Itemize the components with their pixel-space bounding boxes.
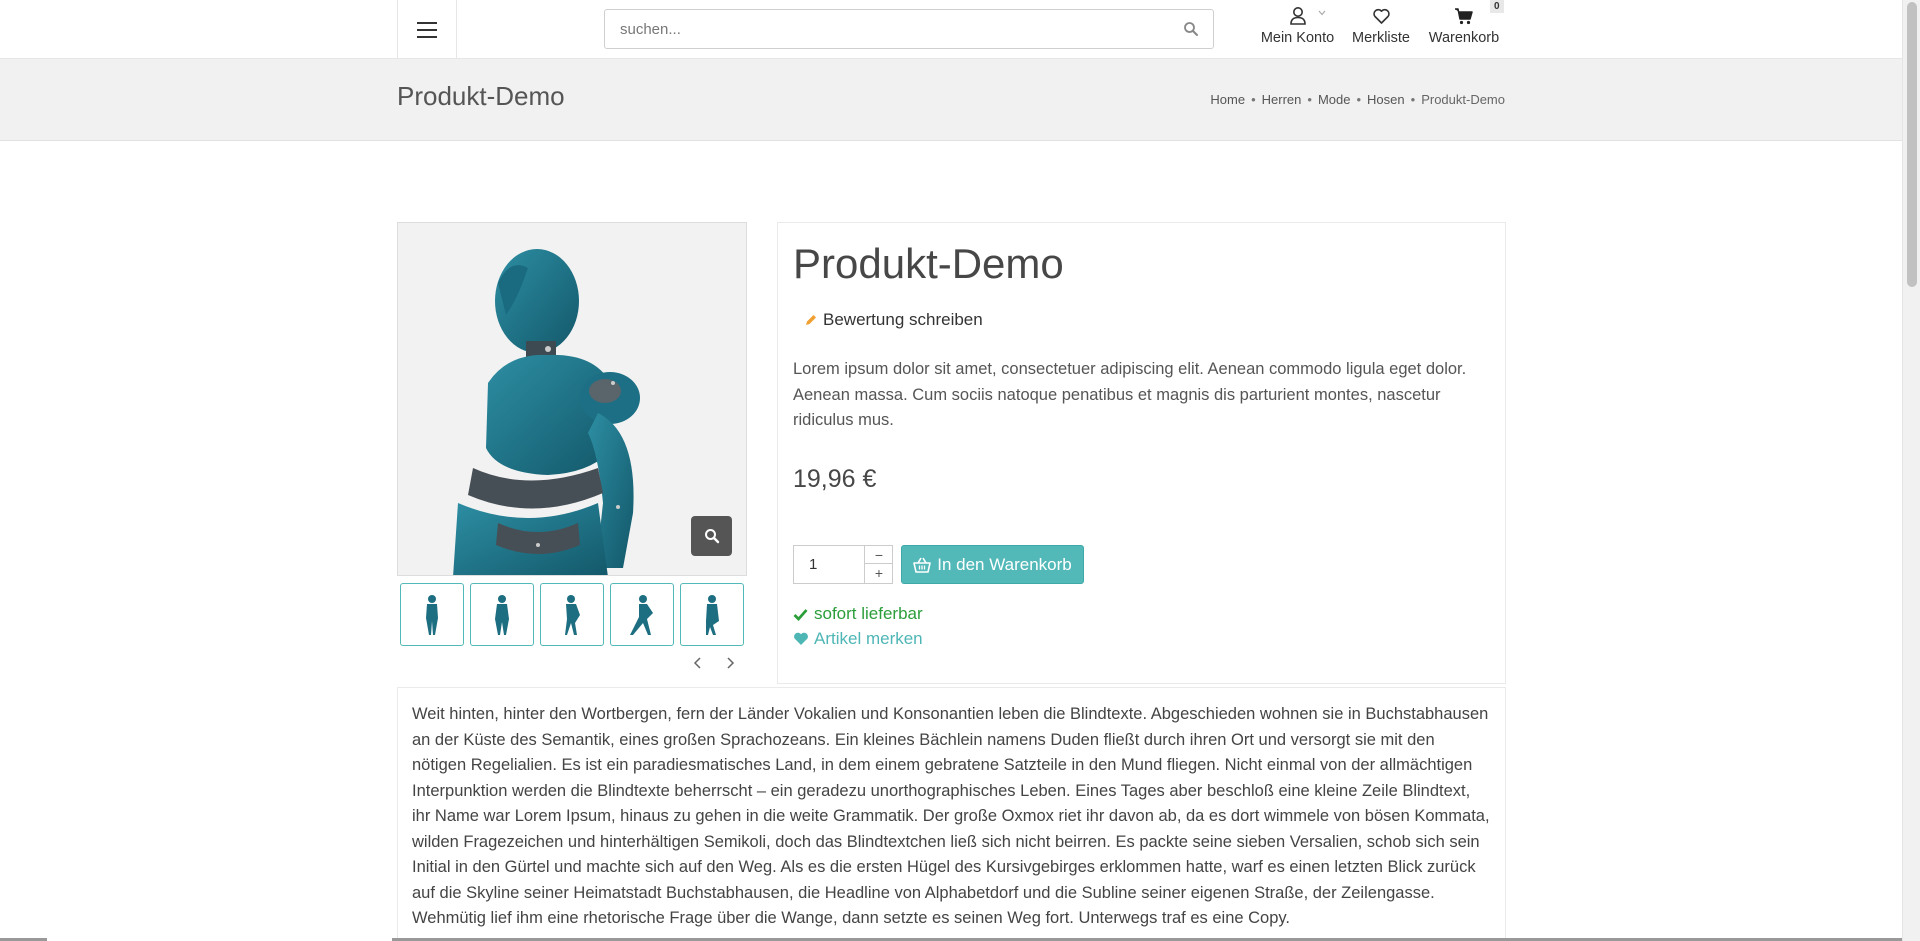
breadcrumb-separator: • (1251, 92, 1256, 107)
checkmark-icon (793, 608, 808, 621)
product-long-description: Weit hinten, hinter den Wortbergen, fern… (412, 705, 1490, 927)
cart-label: Warenkorb (1428, 30, 1500, 46)
chevron-left-icon[interactable] (691, 653, 705, 673)
add-to-wishlist-link[interactable]: Artikel merken (793, 629, 923, 649)
availability-label: sofort lieferbar (814, 604, 923, 623)
wishlist-menu[interactable]: Merkliste (1348, 6, 1414, 46)
shopping-cart-icon (1455, 8, 1473, 25)
breadcrumb-separator: • (1410, 92, 1416, 107)
chevron-down-icon[interactable] (1318, 10, 1326, 16)
add-to-cart-button[interactable]: In den Warenkorb (901, 545, 1084, 584)
product-thumbnail[interactable] (470, 583, 534, 646)
zoom-button[interactable] (691, 516, 732, 556)
page-scrollbar[interactable] (1902, 0, 1920, 941)
scrollbar-thumb[interactable] (1907, 2, 1917, 287)
account-menu[interactable]: Mein Konto (1255, 6, 1340, 46)
hamburger-menu-icon (417, 21, 437, 38)
menu-button[interactable] (397, 0, 457, 59)
page-title-bar: Produkt-Demo Home • Herren • Mode • Hosen • Prod… (0, 59, 1902, 141)
basket-icon (913, 557, 932, 573)
breadcrumb: Home • Herren • Mode • Hosen • Produkt-Demo (1210, 92, 1505, 107)
quantity-decrease-button[interactable]: − (865, 546, 893, 564)
robot-thumbnail-image (495, 594, 509, 635)
search-icon (704, 529, 719, 544)
breadcrumb-herren[interactable]: Herren (1262, 92, 1302, 107)
product-thumbnail[interactable] (400, 583, 464, 646)
add-to-wishlist-label: Artikel merken (814, 629, 923, 648)
write-review-link[interactable]: Bewertung schreiben (804, 310, 983, 330)
product-thumbnail[interactable] (680, 583, 744, 646)
write-review-label: Bewertung schreiben (823, 310, 983, 329)
page-title: Produkt-Demo (397, 81, 565, 111)
breadcrumb-hosen[interactable]: Hosen (1367, 92, 1405, 107)
heart-icon (1372, 8, 1390, 24)
product-short-description: Lorem ipsum dolor sit amet, consectetuer… (793, 360, 1467, 429)
robot-thumbnail-image (630, 594, 653, 635)
breadcrumb-mode[interactable]: Mode (1318, 92, 1351, 107)
availability-status: sofort lieferbar (793, 604, 923, 624)
site-header: Mein Konto Merkliste Warenkorb 0 (0, 0, 1902, 59)
quantity-input[interactable] (794, 546, 864, 583)
robot-thumbnail-image (706, 594, 719, 635)
pencil-icon (806, 315, 816, 325)
search-bar (604, 9, 1214, 49)
chevron-right-icon[interactable] (723, 653, 737, 673)
breadcrumb-separator: • (1307, 92, 1312, 107)
user-icon (1289, 7, 1306, 25)
product-price: 19,96 € (793, 465, 877, 493)
robot-thumbnail-image (565, 594, 580, 635)
product-thumbnail[interactable] (540, 583, 604, 646)
account-label: Mein Konto (1260, 30, 1335, 46)
breadcrumb-home[interactable]: Home (1210, 92, 1245, 107)
search-icon[interactable] (1183, 21, 1199, 37)
breadcrumb-current: Produkt-Demo (1421, 92, 1505, 107)
search-input[interactable] (605, 10, 1165, 48)
product-title: Produkt-Demo (793, 240, 1064, 287)
quantity-increase-button[interactable]: + (865, 564, 893, 582)
product-thumbnail[interactable] (610, 583, 674, 646)
quantity-stepper: − + (793, 545, 893, 584)
wishlist-label: Merkliste (1351, 30, 1410, 46)
robot-thumbnail-image (426, 594, 438, 635)
quantity-buttons: − + (864, 546, 893, 583)
heart-icon (794, 632, 808, 645)
breadcrumb-separator: • (1356, 92, 1362, 107)
cart-count-badge: 0 (1490, 0, 1504, 13)
add-to-cart-label: In den Warenkorb (937, 554, 1072, 574)
